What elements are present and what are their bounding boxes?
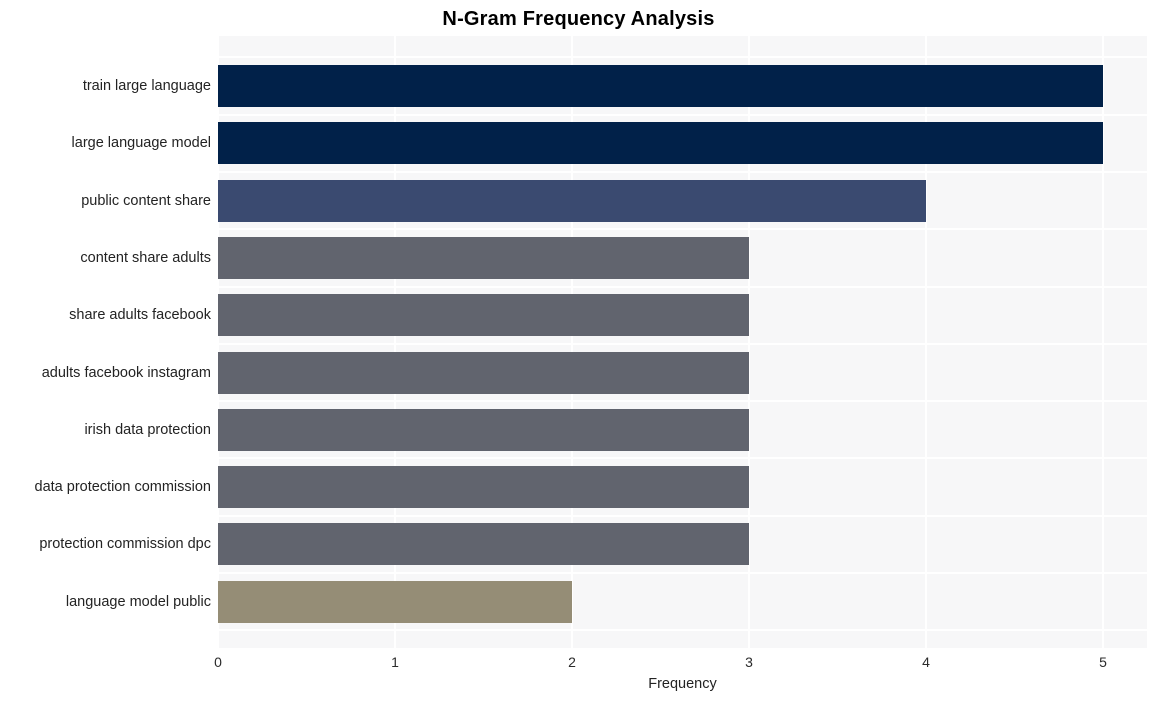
x-tick-label: 0 xyxy=(214,654,222,670)
x-tick-label: 3 xyxy=(745,654,753,670)
bar[interactable] xyxy=(218,294,749,337)
y-tick-label: protection commission dpc xyxy=(39,536,211,553)
bar[interactable] xyxy=(218,179,926,222)
bar[interactable] xyxy=(218,65,1103,107)
gridline-y-7 xyxy=(218,457,1147,460)
chart-figure: N-Gram Frequency Analysis train large la… xyxy=(0,0,1157,701)
y-axis-tick-labels: train large language large language model… xyxy=(0,36,212,648)
bar[interactable] xyxy=(218,408,749,451)
bar[interactable] xyxy=(218,580,572,623)
gridline-y-8 xyxy=(218,514,1147,517)
y-tick-label: share adults facebook xyxy=(69,307,211,324)
x-axis-label: Frequency xyxy=(648,676,717,692)
x-tick-label: 2 xyxy=(568,654,576,670)
gridline-y-0 xyxy=(218,56,1147,59)
gridline-y-2 xyxy=(218,170,1147,173)
x-tick-label: 5 xyxy=(1099,654,1107,670)
y-tick-label: irish data protection xyxy=(84,421,211,438)
y-tick-label: data protection commission xyxy=(34,479,212,496)
gridline-y-3 xyxy=(218,228,1147,231)
x-axis-tick-labels: 0 1 2 3 4 5 xyxy=(214,652,1147,674)
gridline-y-1 xyxy=(218,113,1147,116)
y-tick-label: language model public xyxy=(65,593,211,610)
y-tick-label: content share adults xyxy=(80,249,211,266)
y-tick-label: large language model xyxy=(71,135,211,152)
gridline-y-10 xyxy=(218,629,1147,632)
x-tick-label: 4 xyxy=(922,654,930,670)
y-tick-label: train large language xyxy=(82,78,211,94)
gridline-y-6 xyxy=(218,400,1147,403)
x-tick-label: 1 xyxy=(391,654,399,670)
bar[interactable] xyxy=(218,466,749,509)
bar[interactable] xyxy=(218,236,749,279)
gridline-y-4 xyxy=(218,285,1147,288)
gridline-y-5 xyxy=(218,342,1147,345)
plot-area xyxy=(218,36,1147,648)
y-tick-label: public content share xyxy=(81,192,211,209)
page-title: N-Gram Frequency Analysis xyxy=(442,8,715,30)
bar[interactable] xyxy=(218,523,749,566)
y-tick-label: adults facebook instagram xyxy=(41,364,211,381)
bar[interactable] xyxy=(218,122,1103,165)
bar[interactable] xyxy=(218,351,749,394)
gridline-y-9 xyxy=(218,572,1147,575)
